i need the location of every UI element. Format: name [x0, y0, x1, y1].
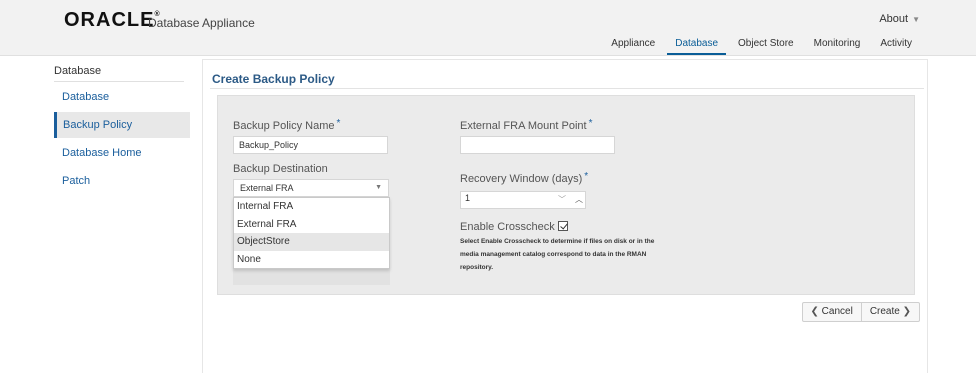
crosscheck-checkbox[interactable] — [557, 221, 568, 231]
policy-name-input[interactable]: Backup_Policy — [233, 136, 388, 154]
tab-appliance[interactable]: Appliance — [603, 38, 663, 55]
chevron-up-icon[interactable]: ︿ — [572, 192, 586, 208]
chevron-right-icon: ❯ — [902, 306, 911, 317]
dropdown-shadow — [233, 268, 390, 285]
tab-monitoring[interactable]: Monitoring — [806, 38, 869, 55]
backup-policy-form: Backup Policy Name * Backup_Policy Backup… — [217, 95, 915, 295]
destination-selected-value: External FRA — [240, 183, 294, 193]
option-internal-fra[interactable]: Internal FRA — [234, 198, 389, 216]
about-menu[interactable]: About ▼ — [879, 13, 920, 25]
create-button[interactable]: Create ❯ — [860, 303, 919, 321]
top-nav: Appliance Database Object Store Monitori… — [599, 38, 920, 55]
crosscheck-help-text: Select Enable Crosscheck to determine if… — [460, 238, 655, 271]
sidebar-title: Database — [54, 60, 184, 82]
title-divider — [210, 88, 924, 89]
oracle-logo: ORACLE® — [64, 9, 160, 31]
recovery-window-label: Recovery Window (days) * — [460, 171, 589, 185]
sidebar-item-database[interactable]: Database — [54, 84, 190, 110]
sidebar: Database Database Backup Policy Database… — [54, 60, 190, 194]
chevron-down-icon[interactable]: ﹀ — [555, 192, 569, 208]
destination-dropdown-list: Internal FRA External FRA ObjectStore No… — [233, 197, 390, 269]
tab-object-store[interactable]: Object Store — [730, 38, 802, 55]
dropdown-arrow-icon: ▼ — [375, 184, 382, 191]
destination-label: Backup Destination — [233, 163, 328, 175]
sidebar-item-backup-policy[interactable]: Backup Policy — [54, 112, 190, 138]
page-title: Create Backup Policy — [212, 72, 335, 86]
product-name: Database Appliance — [148, 16, 255, 30]
tab-activity[interactable]: Activity — [872, 38, 920, 55]
fra-mount-input[interactable] — [460, 136, 615, 154]
option-none[interactable]: None — [234, 251, 389, 269]
sidebar-item-patch[interactable]: Patch — [54, 168, 190, 194]
tab-database[interactable]: Database — [667, 38, 727, 55]
chevron-left-icon: ❮ — [810, 306, 819, 317]
app-header: ORACLE® Database Appliance About ▼ Applia… — [0, 0, 976, 56]
option-external-fra[interactable]: External FRA — [234, 216, 389, 234]
cancel-button[interactable]: ❮ Cancel — [803, 303, 861, 321]
form-actions: ❮ Cancel Create ❯ — [801, 302, 920, 322]
destination-select[interactable]: External FRA ▼ — [233, 179, 389, 197]
fra-mount-label: External FRA Mount Point * — [460, 118, 593, 132]
recovery-window-value: 1 — [465, 193, 471, 203]
main-panel: Create Backup Policy Backup Policy Name *… — [202, 59, 928, 373]
sidebar-item-database-home[interactable]: Database Home — [54, 140, 190, 166]
recovery-window-stepper[interactable]: 1 ﹀ ︿ — [460, 191, 586, 209]
policy-name-label: Backup Policy Name * — [233, 118, 341, 132]
option-objectstore[interactable]: ObjectStore — [234, 233, 389, 251]
crosscheck-label: Enable Crosscheck — [460, 220, 568, 233]
chevron-down-icon: ▼ — [912, 15, 920, 24]
